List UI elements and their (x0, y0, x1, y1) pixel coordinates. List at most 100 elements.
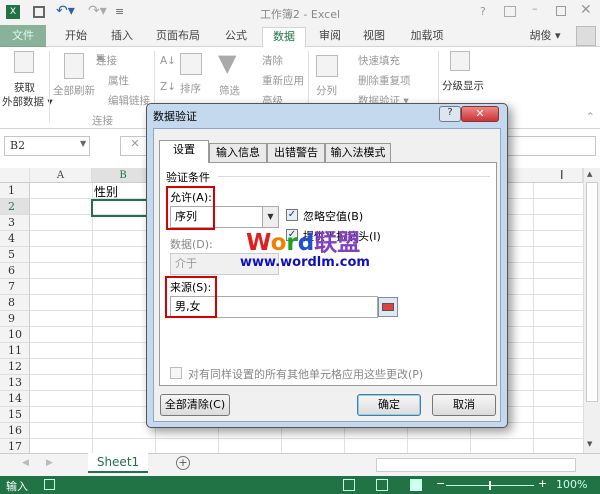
collapse-ribbon-icon[interactable]: ⌃ (586, 111, 595, 123)
row-header[interactable]: 2 (0, 199, 30, 215)
prev-sheet-icon[interactable]: ◀ (22, 458, 29, 468)
ok-button[interactable]: 确定 (357, 394, 421, 416)
row-header[interactable]: 4 (0, 231, 30, 247)
filter-button[interactable]: 筛选 (219, 83, 240, 98)
zoom-level[interactable]: 100% (556, 478, 587, 491)
status-mode: 输入 (6, 480, 28, 493)
flash-fill-button[interactable]: 快速填充 (358, 53, 400, 68)
tab-home[interactable]: 开始 (58, 27, 94, 47)
tab-file[interactable]: 文件 (0, 25, 46, 47)
avatar[interactable] (576, 26, 596, 46)
sort-desc-icon[interactable]: Z↓ (160, 81, 176, 93)
row-header[interactable]: 9 (0, 311, 30, 327)
row-header[interactable]: 8 (0, 295, 30, 311)
tab-formulas[interactable]: 公式 (218, 27, 254, 47)
cell-b1[interactable]: 性别 (94, 183, 118, 200)
text-to-columns-button[interactable]: 分列 (316, 83, 337, 98)
edit-links-button[interactable]: 编辑链接 (108, 93, 150, 108)
page-layout-view-icon[interactable] (376, 479, 388, 491)
apply-all-checkbox (170, 367, 182, 379)
refresh-all-button[interactable]: 全部刷新 (53, 83, 95, 98)
allow-dropdown-icon[interactable]: ▼ (262, 207, 278, 227)
tab-ime-mode[interactable]: 输入法模式 (325, 143, 391, 162)
zoom-slider-thumb[interactable] (489, 481, 491, 490)
data-validation-dialog: 数据验证 ? ✕ 设置 输入信息 出错警告 输入法模式 验证条件 允许(A): … (146, 103, 508, 428)
row-header[interactable]: 10 (0, 327, 30, 343)
tab-settings[interactable]: 设置 (159, 140, 209, 163)
horizontal-scrollbar[interactable] (376, 458, 576, 472)
formula-input[interactable] (500, 136, 596, 156)
outline-icon (450, 51, 470, 71)
tab-page-layout[interactable]: 页面布局 (150, 27, 206, 47)
text-cursor-icon: I (560, 168, 564, 182)
clear-all-button[interactable]: 全部清除(C) (160, 394, 230, 416)
row-header[interactable]: 15 (0, 407, 30, 423)
scroll-up-icon[interactable]: ▲ (587, 170, 592, 178)
properties-button[interactable]: 属性 (108, 73, 129, 88)
sort-asc-icon[interactable]: A↓ (160, 55, 176, 67)
macro-record-icon[interactable] (44, 479, 55, 490)
select-all-corner[interactable] (0, 168, 30, 183)
new-sheet-icon[interactable]: + (176, 456, 190, 470)
vertical-scrollbar[interactable]: ▲ ▼ (583, 168, 600, 453)
get-external-data-button-2[interactable]: 外部数据 ▾ (2, 94, 53, 109)
row-header[interactable]: 14 (0, 391, 30, 407)
zoom-slider[interactable] (446, 481, 534, 490)
row-header[interactable]: 7 (0, 279, 30, 295)
reapply-button[interactable]: 重新应用 (262, 73, 304, 88)
row-header[interactable]: 1 (0, 183, 30, 199)
filter-icon: ▼ (218, 49, 237, 77)
connections-icon: ▣ (96, 53, 105, 63)
refresh-all-icon (64, 53, 84, 79)
sheet-tab-bar: ◀ ▶ Sheet1 + (0, 453, 600, 476)
row-header[interactable]: 3 (0, 215, 30, 231)
maximize-button[interactable] (556, 6, 566, 16)
tab-data[interactable]: 数据 (262, 27, 306, 48)
row-header[interactable]: 12 (0, 359, 30, 375)
settings-panel: 验证条件 允许(A): 序列 ▼ ✓ 忽略空值(B) ✓ 提供下拉箭头(I) 数… (159, 162, 497, 386)
range-picker-icon[interactable] (378, 297, 398, 317)
title-bar: X ↶▾ ↷▾ ≡ 工作簿2 - Excel ? – ✕ (0, 0, 600, 25)
tab-insert[interactable]: 插入 (104, 27, 140, 47)
normal-view-icon[interactable] (343, 479, 355, 491)
get-external-data-button[interactable]: 获取 (14, 80, 35, 95)
ribbon-display-icon[interactable] (504, 6, 516, 17)
sort-button[interactable]: 排序 (180, 81, 201, 96)
scroll-down-icon[interactable]: ▼ (587, 440, 592, 448)
zoom-out-button[interactable]: − (436, 477, 445, 490)
data-label: 数据(D): (170, 238, 213, 251)
row-header[interactable]: 5 (0, 247, 30, 263)
dialog-help-button[interactable]: ? (439, 106, 461, 122)
ignore-blank-checkbox[interactable]: ✓ (286, 209, 298, 221)
column-header-a[interactable]: A (30, 168, 92, 183)
help-button[interactable]: ? (480, 5, 486, 18)
tab-input-message[interactable]: 输入信息 (209, 143, 267, 162)
tab-error-alert[interactable]: 出错警告 (267, 143, 325, 162)
sort-icon (180, 53, 202, 75)
text-to-columns-icon (316, 55, 338, 77)
name-box[interactable]: B2 (4, 136, 90, 156)
scroll-thumb[interactable] (586, 182, 598, 402)
tab-review[interactable]: 审阅 (312, 27, 348, 47)
row-header[interactable]: 11 (0, 343, 30, 359)
remove-duplicates-button[interactable]: 删除重复项 (358, 73, 411, 88)
row-header[interactable]: 6 (0, 263, 30, 279)
zoom-in-button[interactable]: + (538, 477, 547, 490)
next-sheet-icon[interactable]: ▶ (46, 458, 53, 468)
user-name[interactable]: 胡俊 ▾ (520, 27, 570, 47)
dialog-close-button[interactable]: ✕ (461, 106, 499, 122)
outline-button[interactable]: 分级显示 (442, 78, 484, 93)
name-box-dropdown-icon[interactable]: ▼ (80, 139, 86, 148)
row-header[interactable]: 13 (0, 375, 30, 391)
minimize-button[interactable]: – (532, 2, 538, 15)
row-header[interactable]: 16 (0, 423, 30, 439)
sheet-tab-sheet1[interactable]: Sheet1 (88, 453, 148, 473)
tab-view[interactable]: 视图 (356, 27, 392, 47)
status-bar: 输入 − + 100% (0, 476, 600, 494)
cancel-button[interactable]: 取消 (432, 394, 496, 416)
close-button[interactable]: ✕ (580, 2, 592, 18)
clear-button[interactable]: 清除 (262, 53, 283, 68)
ignore-blank-label: 忽略空值(B) (303, 210, 364, 223)
tab-addins[interactable]: 加载项 (402, 27, 452, 47)
page-break-view-icon[interactable] (410, 479, 422, 491)
